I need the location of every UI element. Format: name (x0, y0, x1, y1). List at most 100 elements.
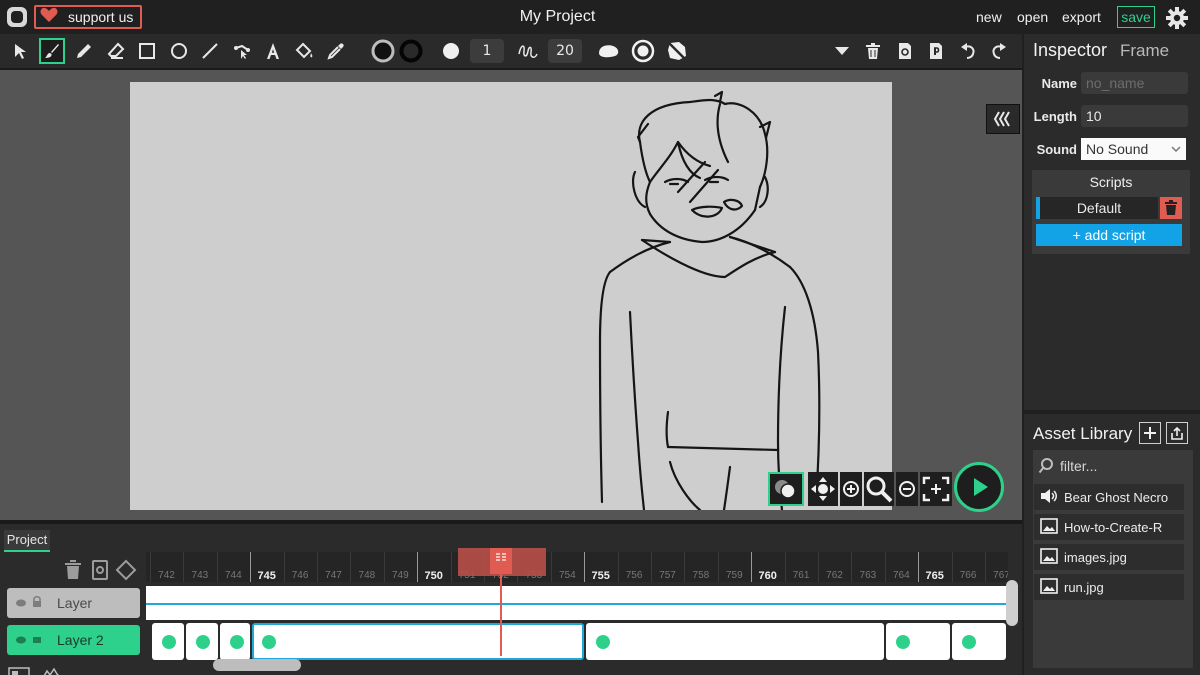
tab-project[interactable]: Project (4, 530, 50, 552)
lock-icon[interactable] (31, 595, 43, 611)
length-label: Length (1033, 109, 1077, 124)
zoom-out-icon[interactable] (896, 472, 918, 506)
ruler-tick-label: 754 (558, 570, 576, 581)
copy-icon[interactable] (892, 38, 918, 64)
ruler-tick-label: 742 (158, 570, 175, 581)
playhead-line (500, 548, 502, 656)
keyframe[interactable] (152, 623, 184, 660)
tween-line (146, 603, 1006, 605)
name-label: Name (1041, 76, 1077, 91)
rectangle-tool-icon[interactable] (134, 38, 160, 64)
delete-script-button[interactable] (1160, 197, 1182, 219)
drawing-canvas[interactable] (130, 82, 892, 510)
keyframe[interactable] (186, 623, 218, 660)
stroke-width-input[interactable]: 1 (470, 39, 504, 63)
ruler-tick-label: 760 (758, 570, 777, 582)
zoom-in-icon[interactable] (840, 472, 862, 506)
redo-icon[interactable] (986, 38, 1012, 64)
asset-item-sound[interactable]: Bear Ghost Necro (1034, 484, 1184, 510)
audio-track-icon[interactable] (8, 664, 30, 675)
brush-tool-icon[interactable] (39, 38, 65, 64)
open-button[interactable]: open (1017, 9, 1048, 25)
import-asset-button[interactable] (1166, 422, 1188, 444)
ruler-tick-label: 743 (191, 570, 209, 581)
keyframe[interactable] (220, 623, 250, 660)
ruler-tick-label: 759 (725, 570, 743, 581)
add-script-button[interactable]: + add script (1036, 224, 1182, 246)
layer-track-layer[interactable] (146, 586, 1006, 620)
line-tool-icon[interactable] (197, 38, 223, 64)
ruler-tick-label: 748 (358, 570, 376, 581)
export-button[interactable]: export (1062, 9, 1101, 25)
asset-library-panel: Asset Library filter... Bear Ghost Necro… (1024, 414, 1200, 675)
stroke-color-icon[interactable] (370, 38, 396, 64)
keyframe[interactable] (886, 623, 950, 660)
smoothing-input[interactable]: 20 (548, 39, 582, 63)
layer-track-layer-2[interactable] (146, 623, 1006, 660)
image-icon (1040, 577, 1058, 597)
pointer-tool-icon[interactable] (8, 38, 34, 64)
eye-icon[interactable] (15, 632, 27, 648)
eye-icon[interactable] (15, 595, 27, 611)
ellipse-tool-icon[interactable] (166, 38, 192, 64)
keyframe[interactable] (586, 623, 884, 660)
layer-row-layer-2[interactable]: Layer 2 (7, 625, 140, 655)
sound-select[interactable]: No Sound (1081, 138, 1186, 160)
move-camera-icon[interactable] (808, 472, 838, 506)
ruler-tick-label: 763 (859, 570, 877, 581)
timeline-vertical-scrollbar[interactable] (1006, 580, 1018, 626)
new-button[interactable]: new (976, 9, 1002, 25)
ruler-tick-label: 765 (925, 570, 944, 582)
ruler-tick-label: 762 (826, 570, 843, 581)
keyframe[interactable] (952, 623, 1006, 660)
lock-icon[interactable] (31, 632, 43, 648)
dropdown-chevron-icon[interactable] (829, 38, 855, 64)
play-button[interactable] (954, 462, 1004, 512)
eraser-tool-icon[interactable] (103, 38, 129, 64)
length-input[interactable]: 10 (1081, 105, 1188, 127)
add-asset-button[interactable] (1139, 422, 1161, 444)
sound-label: Sound (1036, 142, 1077, 157)
stage-area[interactable] (0, 68, 1022, 520)
asset-item-image[interactable]: How-to-Create-R (1034, 514, 1184, 540)
pencil-tool-icon[interactable] (71, 38, 97, 64)
frame-ruler[interactable]: 7427437447457467477487497507517527537547… (146, 552, 1008, 582)
name-input[interactable]: no_name (1081, 72, 1188, 94)
save-button[interactable]: save (1117, 6, 1155, 28)
playback-controls (768, 462, 1008, 514)
image-icon (1040, 517, 1058, 537)
delete-trash-icon[interactable] (860, 38, 886, 64)
timeline-horizontal-scrollbar[interactable] (213, 659, 301, 671)
chevron-down-icon (1171, 138, 1181, 166)
gear-icon[interactable] (1165, 6, 1189, 30)
waveform-icon[interactable] (42, 664, 62, 675)
layer-name-label: Layer (57, 595, 93, 611)
onion-skin-toggle[interactable] (768, 472, 804, 506)
asset-item-image[interactable]: images.jpg (1034, 544, 1184, 570)
layer-row-layer[interactable]: Layer (7, 588, 140, 618)
undo-icon[interactable] (955, 38, 981, 64)
add-layer-icon[interactable] (91, 560, 109, 580)
asset-filter-input[interactable]: filter... (1060, 458, 1097, 474)
magnifier-icon[interactable] (864, 472, 894, 506)
inspector-title: Inspector (1033, 40, 1108, 60)
asset-name: How-to-Create-R (1064, 519, 1163, 535)
paste-icon[interactable] (923, 38, 949, 64)
fill-color-icon[interactable] (398, 38, 424, 64)
text-tool-icon[interactable] (260, 38, 286, 64)
fit-to-screen-icon[interactable] (920, 472, 952, 506)
script-item-default[interactable]: Default (1036, 197, 1158, 219)
add-keyframe-diamond-icon[interactable] (115, 559, 137, 581)
delete-layer-icon[interactable] (64, 560, 82, 580)
path-edit-tool-icon[interactable] (229, 38, 255, 64)
fill-bucket-tool-icon[interactable] (292, 38, 318, 64)
timeline-panel: Project 74274374474574674774874975075175… (0, 520, 1022, 675)
layer-name-label: Layer 2 (57, 632, 104, 648)
onion-record-icon[interactable] (630, 38, 656, 64)
fill-shape-icon[interactable] (596, 38, 622, 64)
asset-item-image[interactable]: run.jpg (1034, 574, 1184, 600)
no-fill-icon[interactable] (664, 38, 690, 64)
collapse-panel-button[interactable] (986, 104, 1020, 134)
eyedropper-tool-icon[interactable] (323, 38, 349, 64)
keyframe-selected[interactable] (252, 623, 584, 660)
